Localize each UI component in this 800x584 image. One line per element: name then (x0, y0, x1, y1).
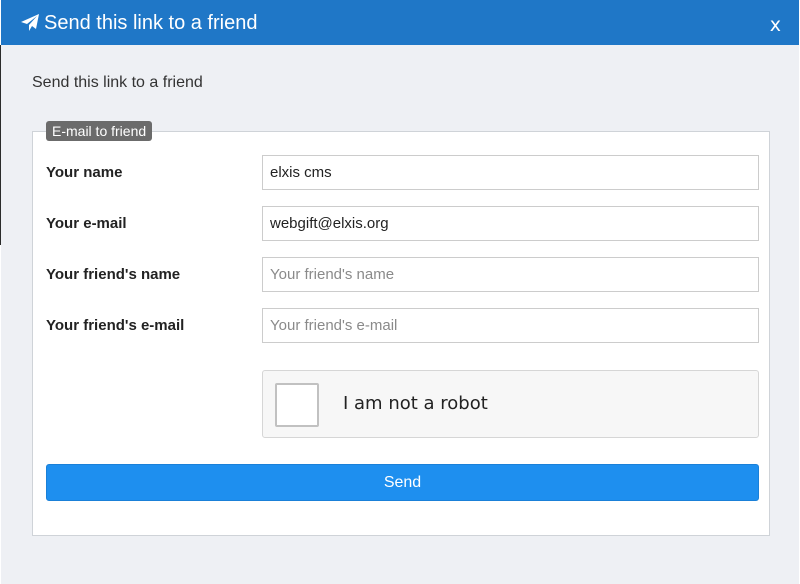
dialog-title: Send this link to a friend (44, 12, 258, 34)
dialog-titlebar: Send this link to a friend x (1, 0, 799, 45)
paper-plane-icon (21, 14, 39, 31)
your-name-label: Your name (46, 164, 123, 181)
send-button[interactable]: Send (46, 464, 759, 501)
close-button[interactable]: x (770, 14, 781, 36)
friend-name-label: Your friend's name (46, 266, 181, 283)
email-to-friend-fieldset: E-mail to friend Your name Your e-mail Y… (32, 121, 770, 536)
friend-email-input[interactable] (262, 308, 759, 343)
friend-name-input[interactable] (262, 257, 759, 292)
send-link-dialog: Send this link to a friend x Send this l… (1, 0, 799, 584)
captcha-widget: I am not a robot (262, 370, 759, 438)
captcha-checkbox[interactable] (275, 383, 319, 427)
dialog-subtitle: Send this link to a friend (32, 74, 203, 91)
captcha-label: I am not a robot (343, 393, 488, 414)
your-email-label: Your e-mail (46, 215, 127, 232)
your-email-input[interactable] (262, 206, 759, 241)
friend-email-label: Your friend's e-mail (46, 317, 185, 334)
fieldset-legend: E-mail to friend (46, 121, 153, 141)
your-name-input[interactable] (262, 155, 759, 190)
